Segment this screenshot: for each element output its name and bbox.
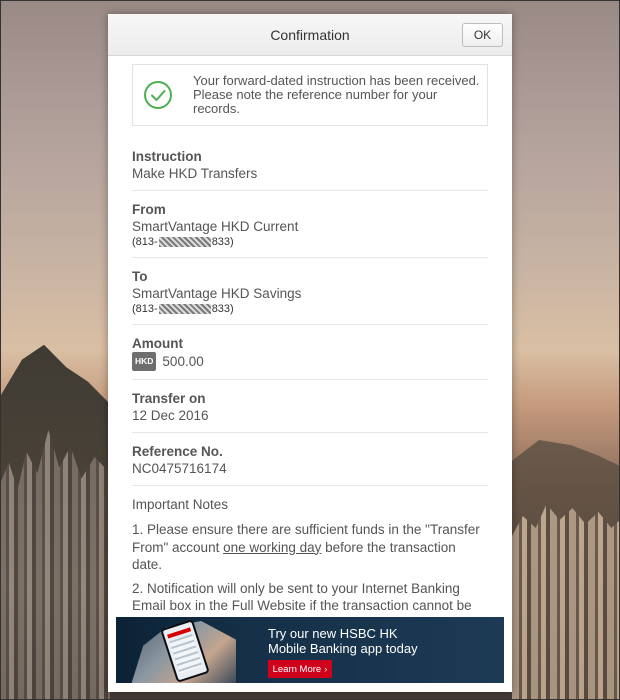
dialog-content: Your forward-dated instruction has been … xyxy=(108,56,512,632)
note-1: 1. Please ensure there are sufficient fu… xyxy=(132,521,488,574)
to-label: To xyxy=(132,269,148,284)
notes-heading: Important Notes xyxy=(132,497,229,512)
instruction-value: Make HKD Transfers xyxy=(132,166,258,181)
field-instruction: Instruction Make HKD Transfers xyxy=(132,138,488,191)
reference-value: NC0475716174 xyxy=(132,461,227,476)
from-account-prefix: (813- xyxy=(132,236,158,248)
field-reference: Reference No. NC0475716174 xyxy=(132,433,488,486)
field-from: From SmartVantage HKD Current (813- 833) xyxy=(132,191,488,258)
to-account-number: (813- 833) xyxy=(132,302,488,316)
amount-value-row: HKD 500.00 xyxy=(132,352,488,371)
success-message: Your forward-dated instruction has been … xyxy=(193,73,480,116)
ok-button[interactable]: OK xyxy=(462,23,503,47)
to-account-prefix: (813- xyxy=(132,303,158,315)
important-notes: Important Notes 1. Please ensure there a… xyxy=(132,486,488,632)
banner-headline-2: Mobile Banking app today xyxy=(268,641,418,656)
learn-more-button[interactable]: Learn More › xyxy=(268,660,332,678)
dialog-header: Confirmation OK xyxy=(108,14,512,56)
confirmation-dialog: Confirmation OK Your forward-dated instr… xyxy=(108,14,512,692)
note-1-emphasis: one working day xyxy=(223,539,322,555)
field-amount: Amount HKD 500.00 xyxy=(132,325,488,380)
learn-more-label: Learn More xyxy=(272,663,322,675)
from-account-suffix: 833) xyxy=(211,236,234,248)
chevron-right-icon: › xyxy=(324,663,328,675)
from-label: From xyxy=(132,202,166,217)
check-circle-icon xyxy=(144,81,172,109)
mobile-app-banner[interactable]: Try our new HSBC HK Mobile Banking app t… xyxy=(116,617,504,683)
transfer-on-value: 12 Dec 2016 xyxy=(132,408,209,423)
account-mask xyxy=(158,304,211,314)
amount-value: 500.00 xyxy=(162,354,204,369)
field-transfer-on: Transfer on 12 Dec 2016 xyxy=(132,380,488,433)
field-to: To SmartVantage HKD Savings (813- 833) xyxy=(132,258,488,325)
from-account-name: SmartVantage HKD Current xyxy=(132,219,299,234)
instruction-label: Instruction xyxy=(132,149,202,164)
banner-headline-1: Try our new HSBC HK xyxy=(268,626,398,641)
to-account-suffix: 833) xyxy=(211,303,234,315)
account-mask xyxy=(158,237,211,247)
to-account-name: SmartVantage HKD Savings xyxy=(132,286,302,301)
transfer-on-label: Transfer on xyxy=(132,391,206,406)
currency-badge: HKD xyxy=(132,352,157,371)
reference-label: Reference No. xyxy=(132,444,223,459)
background-city-right xyxy=(512,504,620,700)
amount-label: Amount xyxy=(132,336,183,351)
from-account-number: (813- 833) xyxy=(132,235,488,249)
success-message-box: Your forward-dated instruction has been … xyxy=(132,64,488,126)
dialog-title: Confirmation xyxy=(270,26,350,43)
